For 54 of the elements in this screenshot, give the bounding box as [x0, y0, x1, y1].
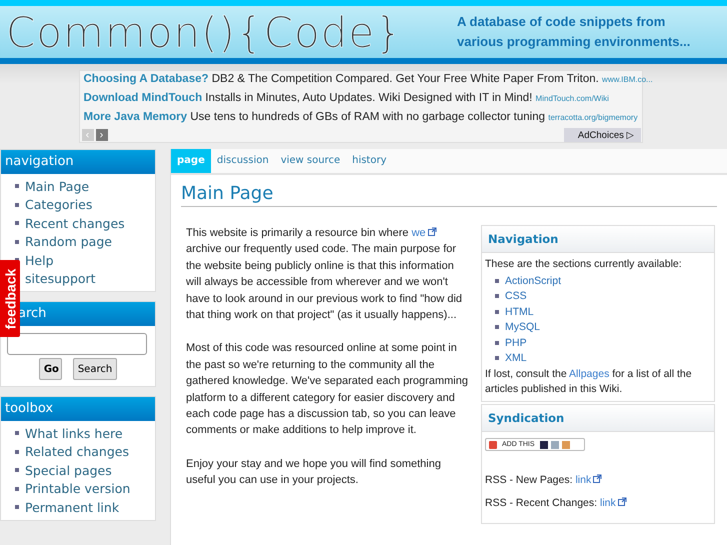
- sidebar-link[interactable]: Help: [25, 252, 54, 268]
- site-logo[interactable]: Common(){Code}: [6, 8, 403, 56]
- search-button[interactable]: Search: [72, 358, 118, 380]
- sidebar-link[interactable]: What links here: [25, 426, 123, 441]
- sidebar-link[interactable]: Main Page: [25, 178, 90, 194]
- sidebar-link[interactable]: Printable version: [25, 481, 130, 496]
- section-link[interactable]: HTML: [505, 306, 534, 318]
- feed-link[interactable]: link: [600, 497, 627, 509]
- ad-url-link[interactable]: www.IBM.co...: [602, 75, 653, 84]
- sidebar-link[interactable]: sitesupport: [25, 271, 96, 286]
- section-link[interactable]: PHP: [505, 336, 527, 349]
- feed-link[interactable]: link: [575, 474, 602, 486]
- section-link[interactable]: CSS: [505, 290, 527, 302]
- body-paragraph: Most of this code was resourced online at some point in the past so we're returning to the community all the gathered knowledge. We've separated each programming platform to a different category for easier discovery and each code page has a discussion tab, so you can leave comments or make additions to help improve it.: [186, 341, 469, 438]
- box-text: These are the sections currently available:: [485, 257, 683, 272]
- next-button[interactable]: ›: [96, 128, 108, 141]
- box-text: If lost, consult the Allpages for a list of all the articles published in this Wiki.: [485, 367, 693, 397]
- site-tagline: A database of code snippets from various programming environments...: [457, 13, 692, 51]
- ad-url-link[interactable]: terracotta.org/bigmemory: [548, 112, 638, 122]
- external-link-icon: [593, 474, 602, 483]
- sidebar-link[interactable]: Random page: [25, 234, 112, 250]
- page-tab[interactable]: view source: [274, 149, 346, 173]
- section-link[interactable]: MySQL: [505, 321, 540, 334]
- sidebar-link[interactable]: Categories: [25, 197, 92, 212]
- ad-title-link[interactable]: Choosing A Database?: [84, 73, 209, 85]
- intro-paragraph: This website is primarily a resource bin where we archive our frequently used code. The main purpose for the website being publicly online is that this information will always be accessible from wherever and we won't have to look around in our previous work to find "how did that thing work on that project" (as it usually happens)...: [186, 226, 464, 324]
- external-link[interactable]: we: [412, 227, 437, 239]
- section-link[interactable]: XML: [505, 352, 527, 364]
- ad-title-link[interactable]: Download MindTouch: [84, 92, 202, 104]
- sidebar-link[interactable]: Related changes: [25, 444, 129, 460]
- ad-text: More Java Memory Use tens to hundreds of GBs of RAM with no garbage collector tuning terracotta.org/bigmemory: [84, 110, 638, 123]
- page-tab[interactable]: discussion: [210, 149, 275, 173]
- body-paragraph: Enjoy your stay and we hope you will find something useful you can use in your projects.: [186, 456, 442, 488]
- sidebar-link[interactable]: Recent changes: [25, 216, 125, 231]
- sidebar-link[interactable]: Special pages: [25, 462, 112, 478]
- sidebar-link[interactable]: Permanent link: [25, 500, 120, 515]
- page-tab[interactable]: history: [346, 149, 393, 173]
- panel-title: navigation: [1, 150, 155, 174]
- search-field[interactable]: [7, 333, 147, 355]
- adchoices-label[interactable]: AdChoices ▷: [564, 128, 640, 142]
- section-link[interactable]: ActionScript: [505, 274, 562, 287]
- feed-text: RSS - Recent Changes: link: [485, 496, 712, 511]
- panel-title: toolbox: [1, 397, 155, 421]
- search-button[interactable]: Go: [38, 358, 62, 380]
- external-link-icon: [618, 497, 627, 506]
- ad-text: Download MindTouch Installs in Minutes, Auto Updates. Wiki Designed with IT in Mind! MindTouch.com/Wiki: [84, 92, 609, 104]
- feedback-tab[interactable]: feedback: [0, 260, 20, 337]
- page-title: Main Page: [181, 183, 717, 207]
- feed-text: RSS - New Pages: link: [485, 473, 712, 488]
- ad-text: Choosing A Database? DB2 & The Competition Compared. Get Your Free White Paper From Triton. www.IBM.co...: [84, 73, 653, 85]
- allpages-link[interactable]: Allpages: [569, 368, 610, 380]
- ad-title-link[interactable]: More Java Memory: [84, 110, 188, 123]
- external-link-icon: [428, 227, 437, 236]
- ad-url-link[interactable]: MindTouch.com/Wiki: [536, 94, 609, 103]
